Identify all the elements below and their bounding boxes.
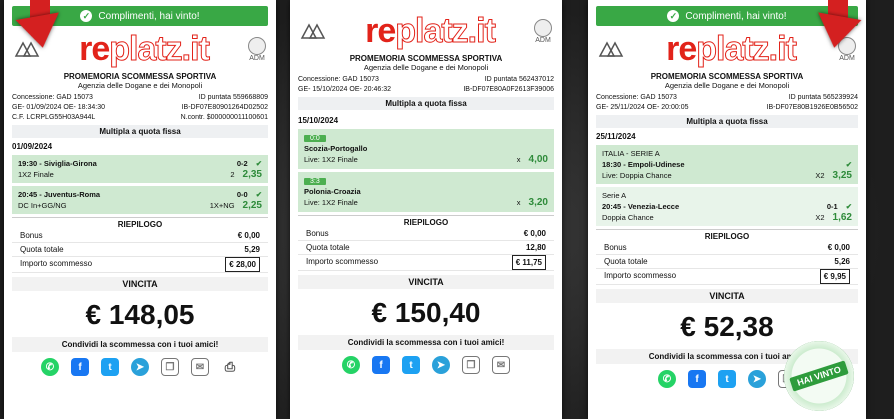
share-text: Condividi la scommessa con i tuoi amici! — [12, 337, 268, 352]
telegram-icon[interactable]: ➤ — [432, 356, 450, 374]
vincita-title: VINCITA — [596, 289, 858, 303]
meta-row: GE- 01/09/2024 OE- 18:34:30 IB-DF07E80901… — [12, 104, 268, 111]
bet-receipt-card-2: replatz.it ADM PROMEMORIA SCOMMESSA SPOR… — [290, 0, 562, 419]
riepilogo-title: RIEPILOGO — [596, 229, 858, 241]
bet-type: Multipla a quota fissa — [12, 125, 268, 138]
check-icon: ✔ — [255, 159, 262, 168]
replatz-logo: replatz.it — [666, 30, 797, 68]
whatsapp-icon[interactable]: ✆ — [658, 370, 676, 388]
check-circle-icon: ✓ — [667, 10, 680, 22]
aams-logo-icon — [598, 41, 624, 57]
bonus-row: Bonus € 0,00 — [596, 241, 858, 255]
meta-row: Concessione: GAD 15073 ID puntata 5652399… — [596, 94, 858, 101]
event-row: 20:45 - Juventus-Roma 0-0 ✔ DC In+GG/NG 1X+… — [12, 186, 268, 215]
event-row: Serie A 20:45 - Venezia-Lecce 0-1 ✔ Doppia… — [596, 187, 858, 227]
event-row: 19:30 - Siviglia-Girona 0-2 ✔ 1X2 Finale 2 2… — [12, 155, 268, 184]
bet-receipt-card-3: ✓ Complimenti, hai vinto! replatz.it ADM… — [588, 0, 866, 419]
event-row: ITALIA - SERIE A 18:30 - Empoli-Udinese ✔… — [596, 145, 858, 185]
twitter-icon[interactable]: t — [402, 356, 420, 374]
importo-row: Importo scommesso € 9,95 — [596, 269, 858, 285]
logo-row: replatz.it ADM — [290, 8, 562, 54]
win-banner-text: Complimenti, hai vinto! — [685, 10, 787, 22]
promo-subtitle: Agenzia delle Dogane e dei Monopoli — [664, 81, 790, 90]
promo-subtitle: Agenzia delle Dogane e dei Monopoli — [363, 63, 489, 72]
copy-icon[interactable]: ❐ — [161, 358, 179, 376]
aams-logo-icon — [300, 23, 326, 39]
bet-receipt-card-1: ✓ Complimenti, hai vinto! replatz.it ADM… — [4, 0, 276, 419]
check-circle-icon: ✓ — [80, 10, 93, 22]
vincita-amount: € 150,40 — [371, 297, 481, 328]
share-text: Condividi la scommessa con i tuoi amici! — [298, 335, 554, 350]
share-row: ✆ f t ➤ ❐ ✉ ⎙ — [4, 358, 276, 376]
vincita-title: VINCITA — [12, 277, 268, 291]
mail-icon[interactable]: ✉ — [492, 356, 510, 374]
meta-row: GE- 25/11/2024 OE- 20:00:05 IB-DF07E80B19… — [596, 104, 858, 111]
event-row: 3:3 Polonia-Croazia Live: 1X2 Finale x 3,2… — [298, 172, 554, 213]
vincita-title: VINCITA — [298, 275, 554, 289]
telegram-icon[interactable]: ➤ — [131, 358, 149, 376]
adm-emblem-icon — [534, 18, 552, 37]
telegram-icon[interactable]: ➤ — [748, 370, 766, 388]
vincita-amount: € 148,05 — [85, 299, 195, 330]
facebook-icon[interactable]: f — [71, 358, 89, 376]
bet-type: Multipla a quota fissa — [596, 115, 858, 128]
quota-row: Quota totale 12,80 — [298, 241, 554, 255]
quota-row: Quota totale 5,26 — [596, 255, 858, 269]
print-icon[interactable]: ⎙ — [221, 358, 239, 376]
meta-row: C.F. LCRPLG55H03A944L N.contr. $000000011… — [12, 114, 268, 121]
facebook-icon[interactable]: f — [688, 370, 706, 388]
quota-row: Quota totale 5,29 — [12, 243, 268, 257]
whatsapp-icon[interactable]: ✆ — [41, 358, 59, 376]
facebook-icon[interactable]: f — [372, 356, 390, 374]
share-row: ✆ f t ➤ ❐ ✉ — [290, 356, 562, 374]
twitter-icon[interactable]: t — [101, 358, 119, 376]
replatz-logo: replatz.it — [79, 30, 210, 68]
bet-date: 01/09/2024 — [12, 142, 53, 151]
promo-title: PROMEMORIA SCOMMESSA SPORTIVA — [650, 72, 804, 81]
bet-date: 15/10/2024 — [298, 116, 339, 125]
mail-icon[interactable]: ✉ — [191, 358, 209, 376]
vincita-amount: € 52,38 — [680, 311, 774, 342]
bet-date: 25/11/2024 — [596, 132, 636, 141]
bonus-row: Bonus € 0,00 — [12, 229, 268, 243]
promo-subtitle: Agenzia delle Dogane e dei Monopoli — [77, 81, 203, 90]
bet-type: Multipla a quota fissa — [298, 97, 554, 110]
copy-icon[interactable]: ❐ — [462, 356, 480, 374]
promo-title: PROMEMORIA SCOMMESSA SPORTIVA — [63, 72, 217, 81]
win-banner-text: Complimenti, hai vinto! — [98, 10, 200, 22]
twitter-icon[interactable]: t — [718, 370, 736, 388]
check-icon: ✔ — [845, 202, 852, 211]
adm-logo: ADM — [534, 18, 552, 44]
riepilogo-title: RIEPILOGO — [298, 215, 554, 227]
adm-logo: ADM — [248, 36, 266, 62]
promo-title: PROMEMORIA SCOMMESSA SPORTIVA — [349, 54, 503, 63]
importo-row: Importo scommesso € 28,00 — [12, 257, 268, 273]
whatsapp-icon[interactable]: ✆ — [342, 356, 360, 374]
riepilogo-title: RIEPILOGO — [12, 217, 268, 229]
meta-row: Concessione: GAD 15073 ID puntata 5596688… — [12, 94, 268, 101]
event-row: 0:0 Scozia-Portogallo Live: 1X2 Finale x 4… — [298, 129, 554, 170]
meta-row: Concessione: GAD 15073 ID puntata 5624370… — [298, 76, 554, 83]
meta-row: GE- 15/10/2024 OE- 20:46:32 IB-DF07E80A0F… — [298, 86, 554, 93]
check-icon: ✔ — [255, 190, 262, 199]
importo-row: Importo scommesso € 11,75 — [298, 255, 554, 271]
hai-vinto-stamp: HAI VINTO — [774, 331, 864, 419]
bonus-row: Bonus € 0,00 — [298, 227, 554, 241]
check-icon: ✔ — [845, 160, 852, 169]
replatz-logo: replatz.it — [365, 12, 496, 50]
adm-emblem-icon — [248, 36, 266, 55]
